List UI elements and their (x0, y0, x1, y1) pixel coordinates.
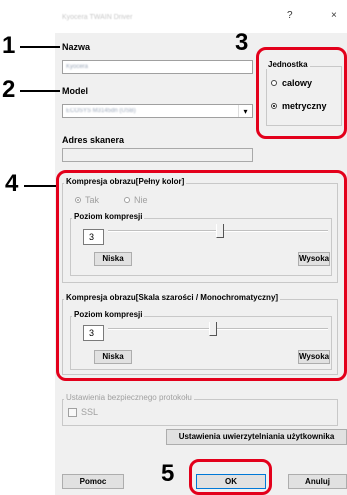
color-compression-yes-label: Tak (85, 195, 100, 205)
close-icon[interactable]: × (331, 10, 337, 21)
gray-level-slider-thumb[interactable] (209, 322, 217, 336)
color-level-group (70, 218, 332, 276)
units-inch-label[interactable]: calowy (282, 78, 312, 88)
name-value: Kyocera (66, 64, 89, 70)
color-compression-no-label: Nie (134, 195, 148, 205)
color-compression-no-radio (124, 197, 130, 203)
callout-2-line (20, 90, 60, 92)
name-label: Nazwa (62, 42, 91, 52)
ok-button[interactable]: OK (196, 474, 266, 489)
gray-compression-title: Kompresja obrazu[Skala szarości / Monoch… (64, 293, 281, 302)
color-level-input[interactable]: 3 (83, 229, 104, 245)
name-field[interactable]: Kyocera (62, 60, 253, 74)
secure-protocol-title: Ustawienia bezpiecznego protokołu (64, 393, 194, 402)
units-metric-label[interactable]: metryczny (282, 101, 327, 111)
callout-4: 4 (5, 170, 19, 197)
auth-settings-button[interactable]: Ustawienia uwierzytelniania użytkownika (166, 429, 347, 445)
secure-protocol-group (62, 399, 338, 426)
units-inch-radio[interactable] (271, 80, 277, 86)
callout-4-line (24, 185, 58, 187)
color-compression-yes-radio (75, 197, 81, 203)
color-level-slider-thumb[interactable] (216, 224, 224, 238)
color-high-button[interactable]: Wysoka (298, 252, 330, 266)
callout-3: 3 (235, 29, 249, 56)
callout-1: 1 (2, 32, 16, 59)
units-metric-radio[interactable] (271, 103, 277, 109)
ssl-label: SSL (81, 407, 99, 417)
callout-1-line (20, 46, 60, 48)
chevron-down-icon[interactable]: ▾ (238, 105, 252, 117)
units-group (266, 66, 342, 126)
color-compression-title: Kompresja obrazu[Pełny kolor] (64, 177, 187, 186)
gray-level-title: Poziom kompresji (72, 310, 145, 319)
gray-low-button[interactable]: Niska (94, 350, 132, 364)
color-level-title: Poziom kompresji (72, 212, 145, 221)
window-title: Kyocera TWAIN Driver (62, 14, 133, 21)
scanner-address-label: Adres skanera (62, 135, 125, 145)
cancel-button[interactable]: Anuluj (288, 474, 347, 489)
units-title: Jednostka (266, 60, 310, 69)
model-label: Model (62, 86, 88, 96)
help-button[interactable]: Pomoc (62, 474, 124, 489)
callout-2: 2 (2, 76, 16, 103)
callout-5: 5 (161, 460, 175, 487)
help-icon[interactable]: ? (287, 10, 293, 21)
model-select[interactable]: ECOSYS M3145dn (USB) ▾ (62, 104, 253, 118)
model-value: ECOSYS M3145dn (USB) (66, 108, 136, 114)
gray-high-button[interactable]: Wysoka (298, 350, 330, 364)
color-low-button[interactable]: Niska (94, 252, 132, 266)
ssl-checkbox (68, 408, 77, 417)
gray-level-input[interactable]: 3 (83, 325, 104, 341)
gray-level-slider-track[interactable] (108, 328, 328, 330)
scanner-address-field (62, 148, 253, 162)
